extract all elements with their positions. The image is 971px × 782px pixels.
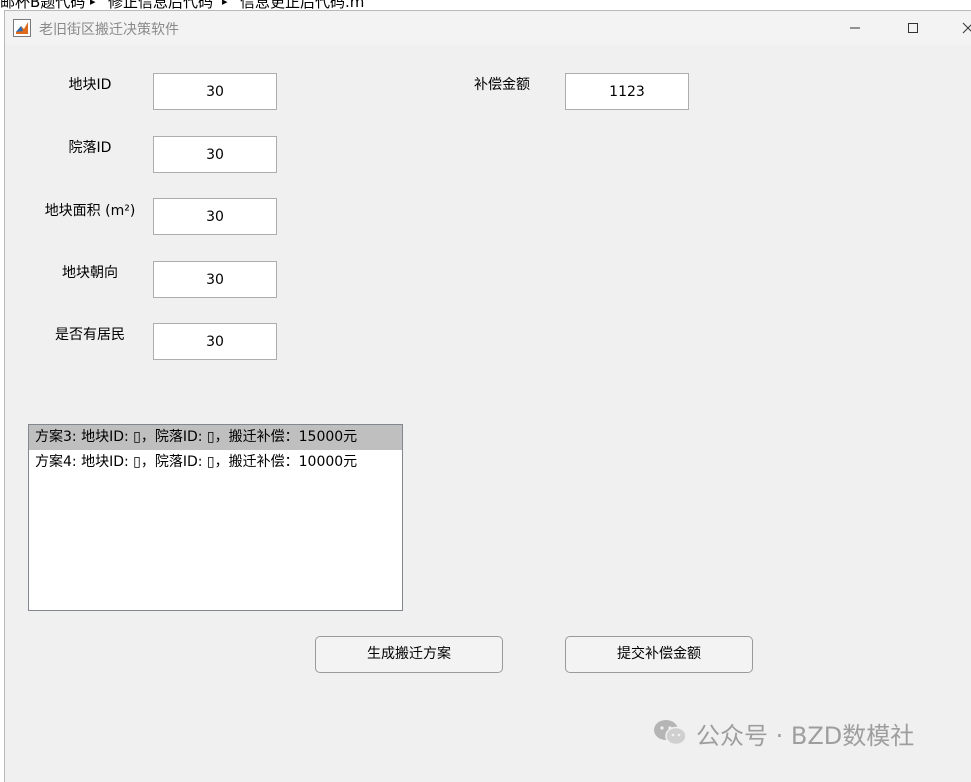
- plot-orientation-input[interactable]: [153, 261, 277, 298]
- watermark-text: 公众号 · BZD数模社: [696, 721, 915, 750]
- close-icon: [962, 22, 971, 34]
- maximize-button[interactable]: [890, 11, 936, 45]
- close-button[interactable]: [945, 11, 971, 45]
- has-residents-input[interactable]: [153, 323, 277, 360]
- compensation-label: 补偿金额: [474, 77, 530, 93]
- maximize-icon: [908, 23, 918, 33]
- generate-plan-button[interactable]: 生成搬迁方案: [315, 636, 503, 673]
- app-window: 老旧街区搬迁决策软件 地块ID 院落ID 地块面积 (m²) 地块朝向 是否有居…: [4, 10, 971, 782]
- plot-id-label: 地块ID: [68, 77, 112, 93]
- plot-area-input[interactable]: [153, 198, 277, 235]
- plot-id-input[interactable]: [153, 73, 277, 110]
- list-item-selected[interactable]: 方案3: 地块ID: ▯，院落ID: ▯，搬迁补偿：15000元: [29, 425, 402, 450]
- has-residents-label: 是否有居民: [55, 327, 125, 343]
- plot-orientation-label: 地块朝向: [62, 265, 118, 281]
- matlab-app-icon: [13, 19, 31, 37]
- courtyard-id-label: 院落ID: [68, 140, 112, 156]
- title-bar[interactable]: 老旧街区搬迁决策软件: [5, 11, 971, 45]
- plan-listbox[interactable]: 方案3: 地块ID: ▯，院落ID: ▯，搬迁补偿：15000元 方案4: 地块…: [28, 424, 403, 611]
- minimize-button[interactable]: [832, 11, 878, 45]
- minimize-icon: [850, 27, 860, 29]
- wechat-icon: [654, 720, 687, 746]
- window-title: 老旧街区搬迁决策软件: [39, 22, 179, 38]
- plot-area-label: 地块面积 (m²): [44, 203, 136, 219]
- submit-compensation-button[interactable]: 提交补偿金额: [565, 636, 753, 673]
- list-item[interactable]: 方案4: 地块ID: ▯，院落ID: ▯，搬迁补偿：10000元: [29, 450, 402, 475]
- courtyard-id-input[interactable]: [153, 136, 277, 173]
- watermark: 公众号 · BZD数模社: [652, 716, 914, 750]
- compensation-input[interactable]: [565, 73, 689, 110]
